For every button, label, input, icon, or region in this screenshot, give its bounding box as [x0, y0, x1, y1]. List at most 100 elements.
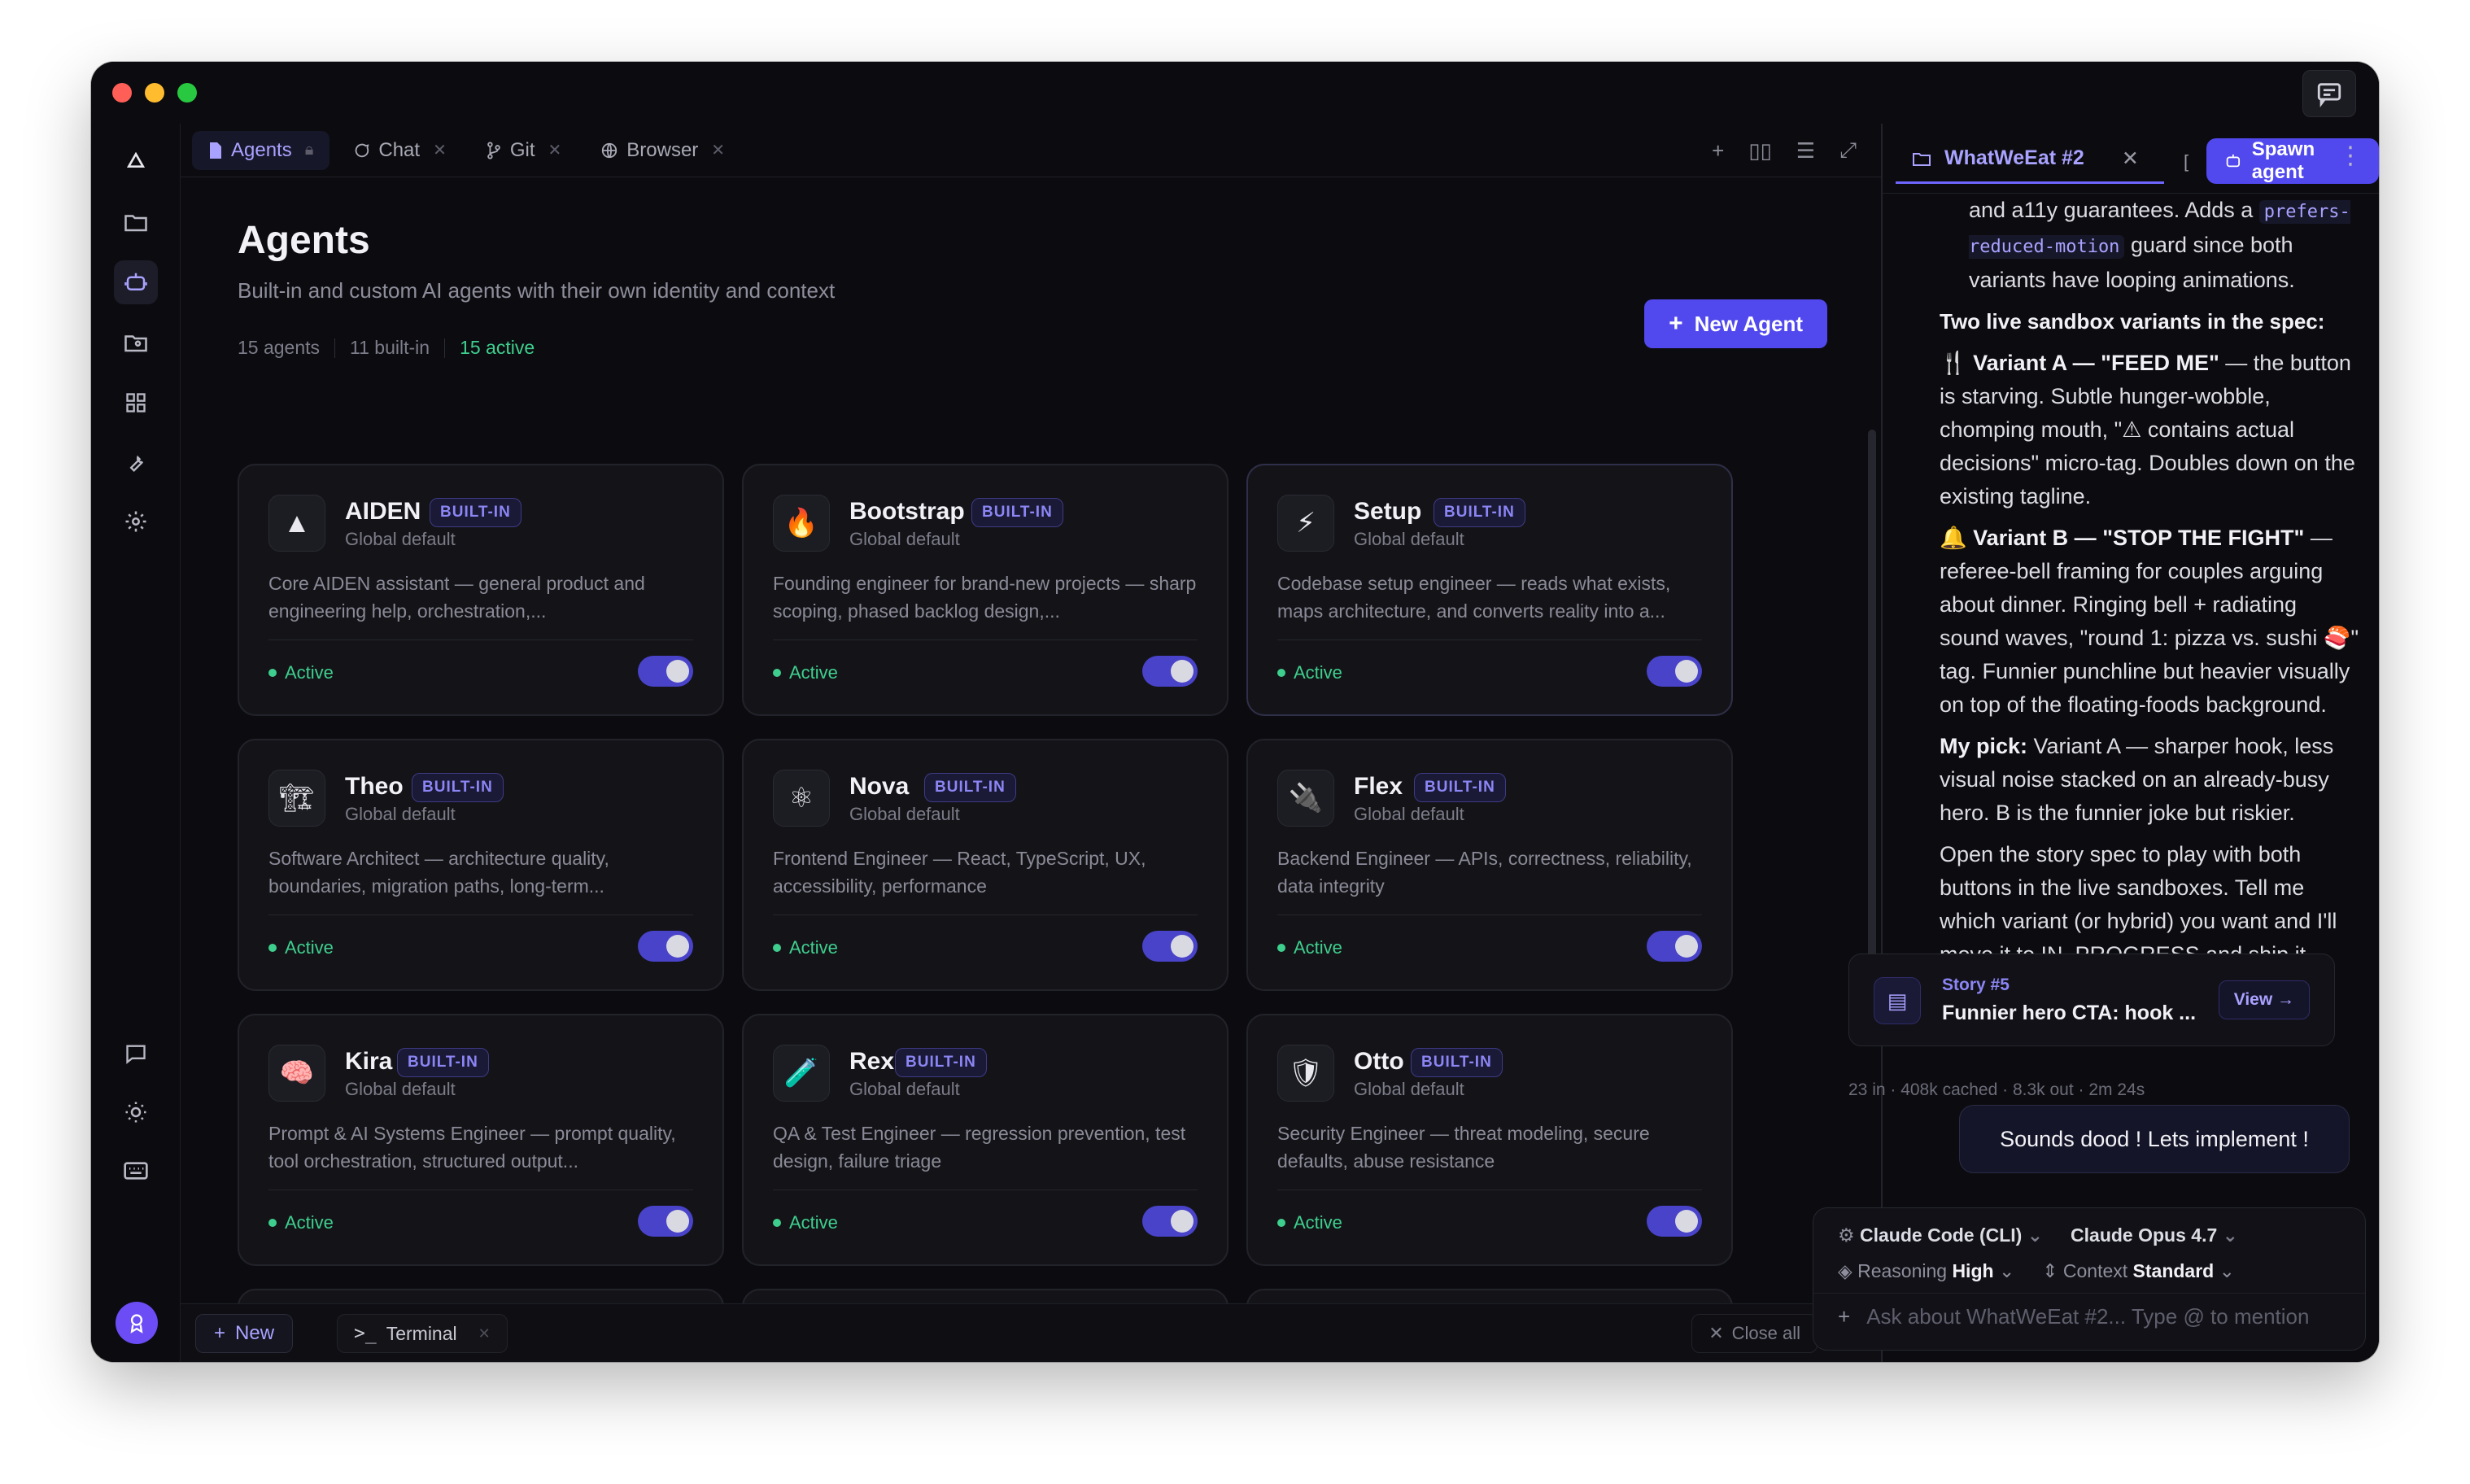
- agent-card[interactable]: ⚡ Setup BUILT-IN Global default Codebase set…: [1246, 464, 1733, 716]
- agent-card[interactable]: 🏗 Theo BUILT-IN Global default Software Arch…: [238, 739, 724, 991]
- expand-icon[interactable]: ⤢: [1839, 137, 1857, 164]
- composer-model-row: ⚙︎ Claude Code (CLI) ⌄ Claude Opus 4.7 ⌄: [1838, 1224, 2238, 1246]
- agent-card[interactable]: 🧩WidgetsmithBUILT-INGlobal default: [238, 1289, 724, 1303]
- terminal-tab[interactable]: >_ Terminal ✕: [337, 1314, 508, 1353]
- agent-name: Bootstrap: [849, 498, 965, 525]
- model-select[interactable]: Claude Opus 4.7 ⌄: [2071, 1224, 2238, 1246]
- message-paragraph: and a11y guarantees. Adds a prefers-redu…: [1940, 194, 2363, 297]
- agent-description: Frontend Engineer — React, TypeScript, U…: [773, 848, 1146, 897]
- built-in-badge: BUILT-IN: [1411, 1048, 1503, 1077]
- agent-card[interactable]: 🛡 Otto BUILT-IN Global default Security Engi…: [1246, 1014, 1733, 1266]
- close-window-button[interactable]: [112, 83, 132, 103]
- user-avatar[interactable]: [116, 1302, 158, 1344]
- folder-user-icon[interactable]: [114, 321, 158, 364]
- status-dot: [773, 1219, 781, 1227]
- agent-active-toggle[interactable]: [1142, 1206, 1198, 1237]
- robot-agents-icon[interactable]: [114, 260, 158, 304]
- message-input[interactable]: + Ask about WhatWeEat #2... Type @ to men…: [1838, 1304, 2309, 1329]
- tab-agents[interactable]: Agents 🔒︎: [192, 130, 330, 170]
- agent-card[interactable]: ▲ AIDEN BUILT-IN Global default Core AIDEN a…: [238, 464, 724, 716]
- agent-card[interactable]: 🧠 Kira BUILT-IN Global default Prompt & AI S…: [238, 1014, 724, 1266]
- git-branch-icon: [487, 141, 500, 159]
- agent-name: Otto: [1354, 1048, 1404, 1075]
- context-value: Standard: [2132, 1260, 2215, 1281]
- toggle-knob: [1171, 660, 1194, 683]
- close-tab-icon[interactable]: ✕: [433, 140, 447, 160]
- agent-card[interactable]: ⚛ Nova BUILT-IN Global default Frontend Engi…: [742, 739, 1228, 991]
- agent-card[interactable]: 🔌 Flex BUILT-IN Global default Backend Engin…: [1246, 739, 1733, 991]
- status-dot: [268, 1219, 277, 1227]
- tab-label: Agents: [231, 138, 292, 161]
- close-icon[interactable]: ✕: [478, 1325, 491, 1342]
- settings-gear-icon[interactable]: [114, 500, 158, 543]
- lock-icon: 🔒︎: [304, 141, 314, 159]
- variant-a-title: Variant A — "FEED ME": [1973, 351, 2219, 375]
- close-tab-icon[interactable]: ✕: [711, 140, 725, 160]
- toggle-knob: [1675, 1210, 1698, 1233]
- new-label: New: [235, 1322, 275, 1344]
- new-session-button[interactable]: + New: [195, 1314, 294, 1353]
- keyboard-icon[interactable]: [114, 1149, 158, 1193]
- bracket-icon: [: [2184, 151, 2189, 172]
- chat-toggle-button[interactable]: [2302, 70, 2356, 117]
- close-tab-icon[interactable]: ✕: [2122, 146, 2139, 171]
- composer-options-row: ◈ Reasoning High ⌄ ⇕ Context Standard ⌄: [1838, 1260, 2235, 1282]
- status-dot: [268, 669, 277, 677]
- wrench-icon[interactable]: [114, 441, 158, 485]
- tab-browser[interactable]: Browser ✕: [584, 131, 741, 170]
- fork-icon: 🍴: [1940, 351, 1967, 375]
- close-tab-icon[interactable]: ✕: [548, 140, 562, 160]
- status-dot: [773, 669, 781, 677]
- agent-stats: 15 agents 11 built-in 15 active: [238, 337, 535, 359]
- tab-whatweeat[interactable]: WhatWeEat #2 ✕: [1896, 135, 2164, 184]
- scrollbar[interactable]: [1868, 430, 1876, 958]
- toggle-knob: [1171, 935, 1194, 958]
- agent-card[interactable]: 🚦PetraBUILT-INGlobal default: [742, 1289, 1228, 1303]
- agent-card[interactable]: 🔥 Bootstrap BUILT-IN Global default Founding…: [742, 464, 1228, 716]
- agent-active-toggle[interactable]: [638, 931, 693, 962]
- status-badge: Active: [773, 1212, 838, 1233]
- agent-card[interactable]: 🧪 Rex BUILT-IN Global default QA & Test Engi…: [742, 1014, 1228, 1266]
- plus-icon[interactable]: +: [1838, 1304, 1850, 1329]
- agent-active-toggle[interactable]: [1142, 931, 1198, 962]
- split-columns-icon[interactable]: ▯▯: [1748, 138, 1772, 164]
- reasoning-select[interactable]: ◈ Reasoning High ⌄: [1838, 1260, 2014, 1282]
- apps-grid-icon[interactable]: [114, 381, 158, 425]
- built-in-badge: BUILT-IN: [895, 1048, 987, 1077]
- new-agent-button[interactable]: + New Agent: [1644, 299, 1827, 348]
- minimize-window-button[interactable]: [145, 83, 164, 103]
- tab-git[interactable]: Git ✕: [469, 131, 578, 170]
- sun-theme-icon[interactable]: [114, 1090, 158, 1134]
- agent-active-toggle[interactable]: [638, 1206, 693, 1237]
- agent-card[interactable]: 🤖KikiGlobal default: [1246, 1289, 1733, 1303]
- chat-bubble-icon: [356, 143, 369, 157]
- title-bar: [91, 62, 2379, 124]
- status-text: Active: [1294, 937, 1342, 958]
- agent-active-toggle[interactable]: [1647, 656, 1702, 687]
- story-card[interactable]: ▤ Story #5 Funnier hero CTA: hook ... Vi…: [1848, 954, 2335, 1046]
- split-rows-icon[interactable]: ☰: [1796, 138, 1815, 164]
- agent-active-toggle[interactable]: [638, 656, 693, 687]
- agent-name: Nova: [849, 773, 910, 800]
- close-all-button[interactable]: ✕ Close all: [1691, 1314, 1818, 1353]
- agent-avatar-icon: ▲: [268, 495, 325, 552]
- maximize-window-button[interactable]: [177, 83, 197, 103]
- story-view-button[interactable]: View →: [2218, 980, 2310, 1019]
- agent-active-toggle[interactable]: [1647, 1206, 1702, 1237]
- assistant-message: and a11y guarantees. Adds a prefers-redu…: [1940, 194, 2363, 980]
- logo-icon[interactable]: [114, 138, 158, 182]
- agent-active-toggle[interactable]: [1142, 656, 1198, 687]
- more-vertical-icon[interactable]: ⋮: [2338, 142, 2363, 170]
- tab-chat[interactable]: Chat ✕: [336, 131, 462, 170]
- folder-icon[interactable]: [114, 200, 158, 244]
- message-icon[interactable]: [114, 1032, 158, 1076]
- user-message: Sounds dood ! Lets implement !: [1959, 1105, 2350, 1173]
- text: and a11y guarantees. Adds a: [1969, 198, 2259, 222]
- toggle-knob: [666, 935, 689, 958]
- agent-description: QA & Test Engineer — regression preventi…: [773, 1123, 1186, 1172]
- plus-icon[interactable]: +: [1712, 138, 1724, 164]
- context-select[interactable]: ⇕ Context Standard ⌄: [2042, 1260, 2235, 1282]
- agent-active-toggle[interactable]: [1647, 931, 1702, 962]
- toggle-knob: [666, 660, 689, 683]
- provider-select[interactable]: ⚙︎ Claude Code (CLI) ⌄: [1838, 1224, 2043, 1246]
